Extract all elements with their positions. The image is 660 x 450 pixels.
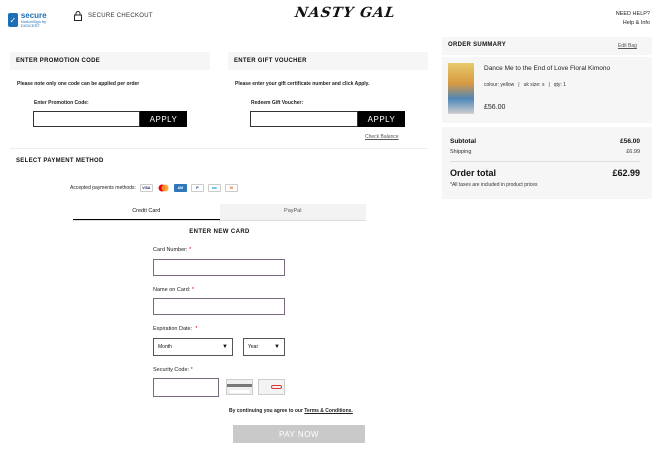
order-total-value: £62.99 xyxy=(612,168,640,178)
payment-tabs: Credit Card PayPal xyxy=(73,204,366,220)
name-on-card-input[interactable] xyxy=(153,298,285,315)
shipping-value: £6.99 xyxy=(626,149,640,155)
promo-apply-button[interactable]: APPLY xyxy=(140,111,187,127)
divider xyxy=(10,148,428,149)
lock-icon xyxy=(74,11,82,21)
chevron-down-icon: ▼ xyxy=(274,344,280,350)
card-number-label: Card Number: * xyxy=(153,247,192,253)
pay-now-button[interactable]: PAY NOW xyxy=(233,425,365,443)
cvv-back-card-icon xyxy=(226,379,253,395)
product-meta: colour: yellow | uk size: s | qty: 1 xyxy=(484,82,566,88)
chevron-down-icon: ▼ xyxy=(222,344,228,350)
year-value: Year xyxy=(248,344,259,350)
tab-paypal[interactable]: PayPal xyxy=(219,204,366,220)
totals-divider xyxy=(450,161,640,162)
accepted-payments-label: Accepted payments methods: xyxy=(70,185,136,191)
gift-voucher-input[interactable] xyxy=(250,111,358,127)
product-size: uk size: s xyxy=(523,82,545,88)
enter-new-card-heading: ENTER NEW CARD xyxy=(189,229,250,235)
expiry-month-select[interactable]: Month ▼ xyxy=(153,338,233,356)
checkout-page: ✓ secure NortonSign by DIGICERT SECURE C… xyxy=(0,0,660,450)
need-help-label: NEED HELP? xyxy=(615,11,650,17)
product-colour: colour: yellow xyxy=(484,82,515,88)
expiry-year-select[interactable]: Year ▼ xyxy=(243,338,285,356)
month-value: Month xyxy=(158,344,172,350)
accepted-payments: Accepted payments methods: VISA AM P me … xyxy=(70,184,238,192)
cvv-front-card-icon xyxy=(258,379,285,395)
voucher-apply-button[interactable]: APPLY xyxy=(358,111,405,127)
terms-link[interactable]: Terms & Conditions. xyxy=(304,408,353,414)
security-code-input[interactable] xyxy=(153,378,219,397)
product-image[interactable] xyxy=(448,63,474,114)
promo-label: Enter Promotion Code: xyxy=(34,100,89,106)
mastercard-icon xyxy=(156,184,170,192)
shipping-label: Shipping xyxy=(450,149,472,155)
tax-note: *All taxes are included in product price… xyxy=(450,182,538,188)
order-summary-heading: ORDER SUMMARY xyxy=(448,42,507,48)
voucher-label: Redeem Gift Voucher: xyxy=(251,100,304,106)
product-price: £56.00 xyxy=(484,104,506,111)
expiration-label: Expiration Date: * xyxy=(153,326,198,332)
subtotal-label: Subtotal xyxy=(450,138,476,145)
promo-code-input[interactable] xyxy=(33,111,140,127)
visa-icon: VISA xyxy=(139,184,153,192)
promo-heading: ENTER PROMOTION CODE xyxy=(10,52,210,70)
payment-heading: SELECT PAYMENT METHOD xyxy=(16,158,104,164)
voucher-note: Please enter your gift certificate numbe… xyxy=(235,81,370,87)
help-links: NEED HELP? Help & Info xyxy=(616,10,650,28)
product-qty: qty: 1 xyxy=(553,82,566,88)
card-number-input[interactable] xyxy=(153,259,285,276)
subtotal-value: £56.00 xyxy=(620,138,640,145)
secure-checkout-label: SECURE CHECKOUT xyxy=(88,13,153,19)
checkmark-shield-icon: ✓ xyxy=(8,13,18,27)
norton-subtitle: NortonSign by DIGICERT xyxy=(20,19,47,28)
name-on-card-label: Name on Card: * xyxy=(153,287,194,293)
voucher-heading: ENTER GIFT VOUCHER xyxy=(228,52,428,70)
amex-icon: AM xyxy=(173,184,187,192)
help-info-link[interactable]: Help & Info xyxy=(616,19,650,28)
secure-checkout: SECURE CHECKOUT xyxy=(74,11,153,21)
tab-credit-card[interactable]: Credit Card xyxy=(73,204,220,220)
order-total-label: Order total xyxy=(450,168,497,178)
terms-text: By continuing you agree to our Terms & C… xyxy=(229,408,353,414)
security-code-label: Security Code: * xyxy=(153,367,193,373)
promo-note: Please note only one code can be applied… xyxy=(17,81,140,87)
edit-bag-link[interactable]: Edit Bag xyxy=(618,43,637,49)
tabs-divider xyxy=(73,220,366,221)
discover-icon: DI xyxy=(224,184,238,192)
norton-secure-badge[interactable]: ✓ secure NortonSign by DIGICERT xyxy=(8,8,58,32)
product-name[interactable]: Dance Me to the End of Love Floral Kimon… xyxy=(484,64,644,73)
brand-logo[interactable]: NASTY GAL xyxy=(294,5,397,21)
maestro-icon: me xyxy=(207,184,221,192)
paypal-icon: P xyxy=(190,184,204,192)
check-balance-link[interactable]: Check Balance xyxy=(365,134,399,140)
